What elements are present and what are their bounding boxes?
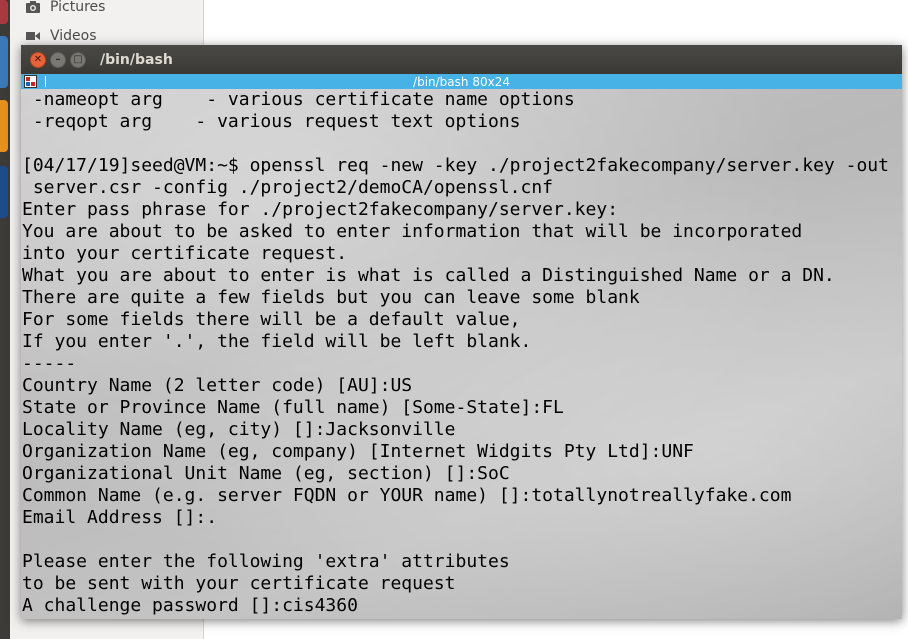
terminal-line: Common Name (e.g. server FQDN or YOUR na…: [22, 485, 792, 506]
minimize-button[interactable]: –: [50, 51, 66, 68]
terminal-line: into your certificate request.: [22, 243, 348, 264]
window-controls: ✕ – □: [30, 51, 86, 68]
launcher-app-icon[interactable]: [0, 166, 8, 218]
terminal-line: -----: [22, 353, 77, 374]
terminal-line: -nameopt arg - various certificate name …: [22, 89, 575, 110]
terminal-line: server.csr -config ./project2/demoCA/ope…: [22, 177, 554, 198]
unity-launcher: [0, 0, 10, 639]
terminal-line: Locality Name (eg, city) []:Jacksonville: [22, 419, 456, 440]
terminal-line: to be sent with your certificate request: [22, 573, 456, 594]
terminal-line: Enter pass phrase for ./project2fakecomp…: [22, 199, 619, 220]
maximize-button[interactable]: □: [70, 51, 86, 68]
terminal-line: What you are about to enter is what is c…: [22, 265, 835, 286]
launcher-app-icon[interactable]: [0, 0, 8, 24]
terminal-menubar: /bin/bash 80x24: [21, 74, 902, 89]
terminal-line: -reqopt arg - various request text optio…: [22, 111, 521, 132]
launcher-app-icon[interactable]: [0, 36, 8, 88]
terminal-text: -nameopt arg - various certificate name …: [22, 89, 889, 617]
terminal-line: There are quite a few fields but you can…: [22, 287, 640, 308]
terminal-line: For some fields there will be a default …: [22, 309, 521, 330]
launcher-app-icon[interactable]: [0, 100, 8, 152]
terminal-line: You are about to be asked to enter infor…: [22, 221, 803, 242]
camera-icon: [26, 1, 40, 13]
sidebar-item-videos[interactable]: Videos: [26, 26, 97, 46]
video-icon: [26, 30, 40, 42]
minimize-icon: –: [55, 53, 61, 65]
close-icon: ✕: [33, 53, 43, 65]
terminal-line: Email Address []:.: [22, 507, 218, 528]
terminal-menu-icon[interactable]: [24, 75, 37, 88]
window-titlebar[interactable]: ✕ – □ /bin/bash: [21, 45, 902, 74]
terminal-line: If you enter '.', the field will be left…: [22, 331, 532, 352]
terminal-line: Please enter the following 'extra' attri…: [22, 551, 510, 572]
terminal-window: ✕ – □ /bin/bash /bin/bash 80x24 -nameopt…: [21, 45, 902, 619]
terminal-line: [04/17/19]seed@VM:~$ openssl req -new -k…: [22, 155, 889, 176]
terminal-line: Organization Name (eg, company) [Interne…: [22, 441, 694, 462]
terminal-line: State or Province Name (full name) [Some…: [22, 397, 564, 418]
terminal-line: Country Name (2 letter code) [AU]:US: [22, 375, 413, 396]
sidebar-item-label: Pictures: [50, 0, 106, 15]
sidebar-item-label: Videos: [50, 28, 97, 44]
window-title: /bin/bash: [100, 51, 173, 68]
menubar-divider: [45, 76, 46, 87]
close-button[interactable]: ✕: [30, 51, 46, 68]
file-manager-content: [204, 0, 908, 46]
terminal-output[interactable]: -nameopt arg - various certificate name …: [21, 89, 902, 619]
terminal-line: A challenge password []:cis4360: [22, 595, 358, 616]
sidebar-item-pictures[interactable]: Pictures: [26, 0, 105, 17]
terminal-line: Organizational Unit Name (eg, section) […: [22, 463, 510, 484]
maximize-icon: □: [73, 53, 83, 65]
terminal-size-title: /bin/bash 80x24: [413, 74, 510, 89]
